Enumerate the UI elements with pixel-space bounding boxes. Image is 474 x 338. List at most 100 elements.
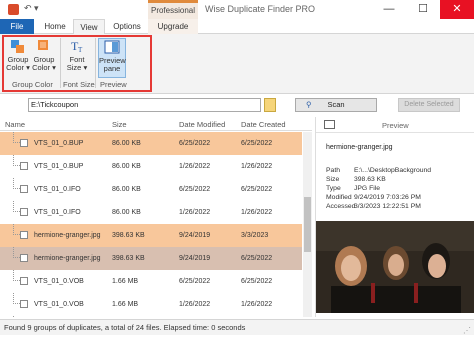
preview-header: Preview: [316, 117, 474, 133]
preview-image-icon: [324, 120, 335, 129]
tree-connector: [13, 178, 20, 189]
row-checkbox[interactable]: [20, 162, 28, 170]
list-header: Name Size Date Modified Date Created: [0, 117, 312, 131]
property-value: E:\...\DesktopBackground: [354, 167, 432, 174]
close-button[interactable]: ✕: [440, 0, 474, 19]
file-name: VTS_01_0.BUP: [34, 140, 84, 147]
date-modified: 9/24/2019: [179, 232, 211, 239]
scan-label: Scan: [327, 100, 345, 109]
table-row[interactable]: VTS_01_0.IFO 86.00 KB 6/25/2022 6/25/2022: [0, 178, 302, 201]
property-value: 9/24/2019 7:03:26 PM: [354, 194, 421, 201]
date-modified: 9/24/2019: [179, 255, 211, 262]
scan-button[interactable]: ⚲ Scan: [295, 98, 377, 112]
date-created: 6/25/2022: [241, 255, 273, 262]
file-size: 398.63 KB: [112, 255, 145, 262]
ribbon-tabs: File Home View Options Upgrade: [0, 19, 474, 35]
tree-connector: [13, 155, 20, 166]
preview-image: [316, 221, 474, 313]
undo-icon[interactable]: ↶: [24, 3, 32, 14]
date-created: 1/26/2022: [241, 163, 273, 170]
date-created: 1/26/2022: [241, 301, 273, 308]
scrollbar-thumb[interactable]: [304, 197, 311, 252]
tree-connector: [13, 316, 20, 317]
property-label: Size: [326, 176, 340, 183]
table-row[interactable]: VTS_01_0.BUP 86.00 KB 6/25/2022 6/25/2022: [0, 132, 302, 155]
table-row[interactable]: VTS_01_0.VOB1.66 MB1/26/20221/26/2022: [0, 316, 302, 317]
preview-title: Preview: [382, 121, 409, 130]
file-name: VTS_01_0.VOB: [34, 278, 84, 285]
date-created: 6/25/2022: [241, 278, 273, 285]
file-size: 86.00 KB: [112, 163, 141, 170]
table-row[interactable]: hermione-granger.jpg 398.63 KB 9/24/2019 6/…: [0, 247, 302, 270]
delete-selected-button[interactable]: Delete Selected: [398, 98, 460, 112]
tree-connector: [13, 247, 20, 258]
tree-connector: [13, 270, 20, 281]
file-size: 1.66 MB: [112, 278, 139, 285]
column-header-name[interactable]: Name: [5, 120, 25, 129]
column-header-size[interactable]: Size: [112, 120, 127, 129]
property-label: Type: [326, 185, 341, 192]
column-header-created[interactable]: Date Created: [241, 120, 286, 129]
duplicate-file-list: Name Size Date Modified Date Created VTS…: [0, 117, 312, 317]
tab-home[interactable]: Home: [38, 19, 72, 34]
ribbon-panel: Group Color ▾ Group Color ▾ Group Color …: [0, 34, 474, 94]
tab-professional-context: Professional: [148, 0, 198, 19]
path-toolbar: E:\Tickcoupon ⚲ Scan Delete Selected: [0, 94, 474, 116]
property-value: JPG File: [354, 185, 381, 192]
file-size: 86.00 KB: [112, 140, 141, 147]
window-title: Wise Duplicate Finder PRO: [205, 4, 316, 14]
status-text: Found 9 groups of duplicates, a total of…: [4, 323, 246, 332]
property-label: Accessed: [326, 203, 356, 210]
title-bar: ↶ ▾ Professional Wise Duplicate Finder P…: [0, 0, 474, 19]
file-name: hermione-granger.jpg: [34, 255, 101, 262]
quick-access-dropdown-icon[interactable]: ▾: [34, 3, 39, 14]
file-name: VTS_01_0.VOB: [34, 301, 84, 308]
file-name: VTS_01_0.IFO: [34, 209, 81, 216]
date-modified: 1/26/2022: [179, 163, 211, 170]
property-value: 3/3/2023 12:22:51 PM: [354, 203, 421, 210]
date-modified: 1/26/2022: [179, 301, 211, 308]
path-input[interactable]: E:\Tickcoupon: [28, 98, 261, 112]
tree-connector: [13, 224, 20, 235]
table-row[interactable]: VTS_01_0.VOB1.66 MB1/26/20221/26/2022: [0, 293, 302, 316]
table-row[interactable]: VTS_01_0.IFO 86.00 KB 1/26/2022 1/26/2022: [0, 201, 302, 224]
list-scrollbar[interactable]: [303, 132, 312, 317]
status-bar: Found 9 groups of duplicates, a total of…: [0, 319, 474, 335]
file-size: 86.00 KB: [112, 186, 141, 193]
row-checkbox[interactable]: [20, 139, 28, 147]
tab-upgrade[interactable]: Upgrade: [148, 19, 198, 34]
date-modified: 1/26/2022: [179, 209, 211, 216]
annotation-highlight-box: [2, 35, 152, 92]
row-checkbox[interactable]: [20, 300, 28, 308]
preview-filename: hermione-granger.jpg: [326, 144, 393, 151]
file-size: 86.00 KB: [112, 209, 141, 216]
search-icon: ⚲: [306, 100, 312, 109]
tab-file[interactable]: File: [0, 19, 34, 34]
tab-options[interactable]: Options: [108, 19, 146, 34]
maximize-button[interactable]: ☐: [406, 0, 440, 19]
row-checkbox[interactable]: [20, 254, 28, 262]
property-label: Path: [326, 167, 340, 174]
minimize-button[interactable]: —: [372, 0, 406, 19]
tab-view[interactable]: View: [73, 19, 105, 35]
resize-grip-icon[interactable]: ⋰: [463, 323, 471, 338]
table-row[interactable]: VTS_01_0.BUP 86.00 KB 1/26/2022 1/26/2022: [0, 155, 302, 178]
property-value: 398.63 KB: [354, 176, 386, 183]
tree-connector: [13, 201, 20, 212]
date-modified: 6/25/2022: [179, 140, 211, 147]
table-row[interactable]: hermione-granger.jpg 398.63 KB 9/24/2019 3/…: [0, 224, 302, 247]
file-name: hermione-granger.jpg: [34, 232, 101, 239]
tree-connector: [13, 132, 20, 143]
date-created: 6/25/2022: [241, 140, 273, 147]
tree-connector: [13, 293, 20, 304]
row-checkbox[interactable]: [20, 277, 28, 285]
date-created: 6/25/2022: [241, 186, 273, 193]
column-header-modified[interactable]: Date Modified: [179, 120, 225, 129]
file-name: VTS_01_0.BUP: [34, 163, 84, 170]
date-created: 3/3/2023: [241, 232, 269, 239]
row-checkbox[interactable]: [20, 231, 28, 239]
row-checkbox[interactable]: [20, 185, 28, 193]
browse-folder-icon[interactable]: [264, 98, 276, 112]
row-checkbox[interactable]: [20, 208, 28, 216]
table-row[interactable]: VTS_01_0.VOB 1.66 MB 6/25/2022 6/25/2022: [0, 270, 302, 293]
